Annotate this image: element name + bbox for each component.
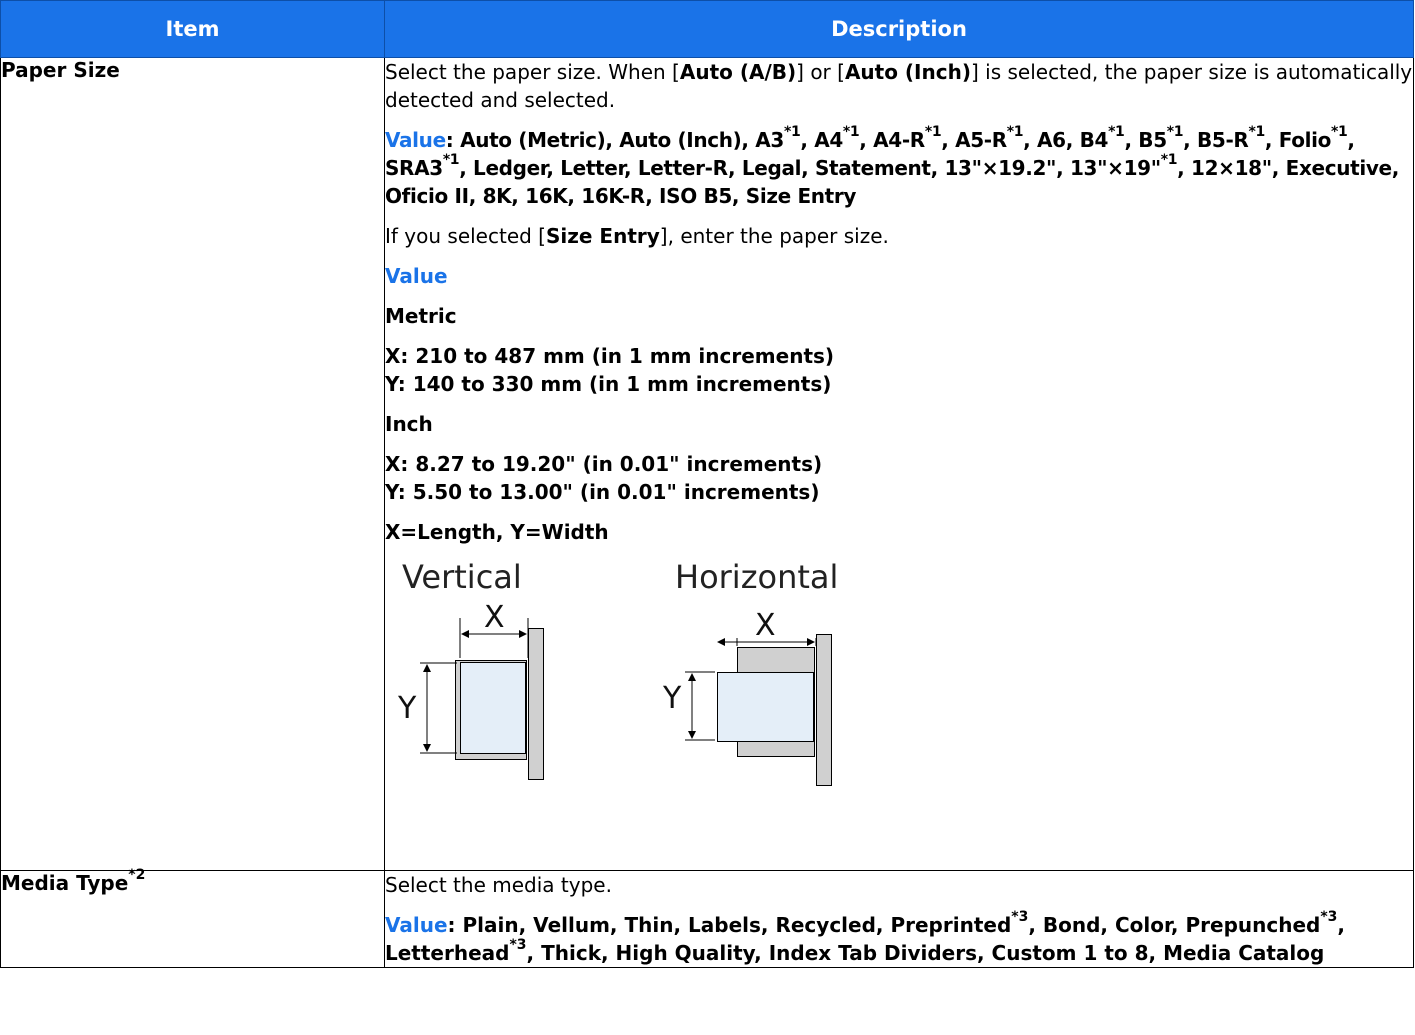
media-type-label: Media Type*2: [0, 868, 385, 968]
table-row: Media Type*2 Select the media type. Valu…: [0, 868, 1414, 968]
media-type-intro: Select the media type.: [385, 873, 612, 897]
inch-heading: Inch: [385, 412, 433, 436]
header-item: Item: [0, 0, 385, 58]
value-heading: Value: [385, 264, 448, 288]
paper-size-intro: Select the paper size. When [Auto (A/B)]…: [385, 60, 1413, 112]
table-row: Paper Size Select the paper size. When […: [0, 57, 1414, 871]
metric-x-range: X: 210 to 487 mm (in 1 mm increments): [385, 344, 835, 368]
media-type-description: Select the media type. Value: Plain, Vel…: [384, 870, 1414, 968]
value-label: Value: [385, 128, 446, 152]
size-entry-note: If you selected [Size Entry], enter the …: [385, 224, 889, 248]
xy-note: X=Length, Y=Width: [385, 520, 609, 544]
paper-size-values: Value: Auto (Metric), Auto (Inch), A3*1,…: [385, 124, 1399, 208]
table-header-row: Item Description: [0, 0, 1414, 58]
inch-x-range: X: 8.27 to 19.20" (in 0.01" increments): [385, 452, 823, 476]
paper-size-description: Select the paper size. When [Auto (A/B)]…: [384, 57, 1414, 871]
inch-ranges: X: 8.27 to 19.20" (in 0.01" increments) …: [385, 450, 1413, 506]
dimension-arrows: [420, 618, 817, 754]
inch-y-range: Y: 5.50 to 13.00" (in 0.01" increments): [385, 480, 820, 504]
paper-size-label: Paper Size: [0, 57, 385, 871]
value-label: Value: [385, 913, 448, 937]
settings-table: Item Description Paper Size Select the p…: [0, 0, 1414, 968]
metric-y-range: Y: 140 to 330 mm (in 1 mm increments): [385, 372, 832, 396]
media-type-values: Value: Plain, Vellum, Thin, Labels, Recy…: [385, 909, 1346, 965]
paper-orientation-diagram: Vertical X Y Horizontal X Y: [385, 558, 945, 798]
metric-ranges: X: 210 to 487 mm (in 1 mm increments) Y:…: [385, 342, 1413, 398]
metric-heading: Metric: [385, 304, 457, 328]
header-description: Description: [384, 0, 1414, 58]
